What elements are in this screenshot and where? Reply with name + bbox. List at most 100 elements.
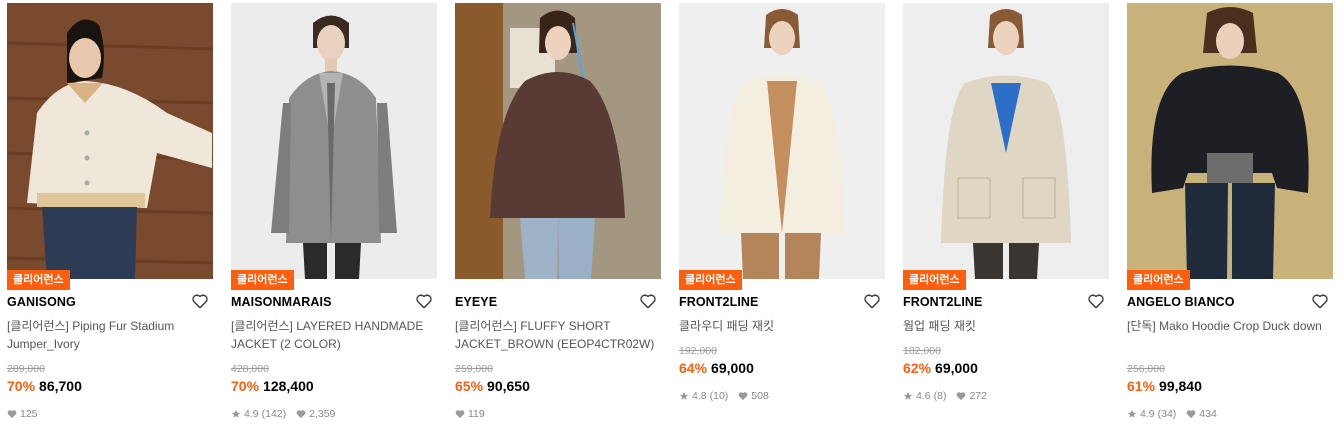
rating-score: 4.6 <box>916 390 931 402</box>
sale-price: 86,700 <box>39 378 82 394</box>
sale-price-row: 65% 90,650 <box>455 376 661 396</box>
sale-price: 90,650 <box>487 378 530 394</box>
wishlist-heart-icon[interactable] <box>639 292 657 310</box>
likes: 2,359 <box>296 407 335 421</box>
product-image[interactable] <box>903 3 1109 279</box>
heart-icon <box>296 410 306 419</box>
heart-icon <box>738 392 748 401</box>
sale-price: 69,000 <box>711 360 754 376</box>
rating-score: 4.9 <box>1140 408 1155 420</box>
product-photo-warmup-padding <box>903 3 1109 279</box>
sale-price: 69,000 <box>935 360 978 376</box>
wishlist-heart-icon[interactable] <box>1087 292 1105 310</box>
product-meta: 4.9 (34) 434 <box>1127 407 1223 421</box>
product-image[interactable] <box>231 3 437 279</box>
product-photo-cloudy-padding <box>679 3 885 279</box>
product-image[interactable] <box>1127 3 1333 279</box>
clearance-badge: 클리어런스 <box>1127 270 1190 290</box>
product-meta: 4.8 (10) 508 <box>679 389 775 403</box>
brand-name[interactable]: ANGELO BIANCO <box>1127 294 1235 310</box>
product-name[interactable]: [단독] Mako Hoodie Crop Duck down <box>1127 317 1333 335</box>
review-count: (142) <box>261 408 287 420</box>
likes: 119 <box>455 407 485 421</box>
product-image[interactable] <box>7 3 213 279</box>
heart-icon <box>7 410 17 419</box>
product-card[interactable]: 클리어런스 FRONT2LINE 웜업 패딩 재킷 182,000 62% 69,… <box>903 3 1109 435</box>
product-meta: 4.9 (142) 2,359 <box>231 407 341 421</box>
discount-rate: 65% <box>455 378 484 394</box>
product-name[interactable]: 클라우디 패딩 재킷 <box>679 317 885 335</box>
rating: 4.6 (8) <box>903 389 946 403</box>
product-name[interactable]: [클리어런스] LAYERED HANDMADE JACKET (2 COLOR… <box>231 317 437 353</box>
like-count: 125 <box>20 408 38 420</box>
brand-name[interactable]: GANISONG <box>7 294 76 310</box>
wishlist-heart-icon[interactable] <box>191 292 209 310</box>
product-name[interactable]: 웜업 패딩 재킷 <box>903 317 1109 335</box>
product-meta: 125 <box>7 407 44 421</box>
likes: 272 <box>956 389 987 403</box>
original-price: 289,000 <box>7 363 45 375</box>
sale-price: 99,840 <box>1159 378 1202 394</box>
product-image[interactable] <box>679 3 885 279</box>
wishlist-heart-icon[interactable] <box>1311 292 1329 310</box>
brand-name[interactable]: FRONT2LINE <box>903 294 982 310</box>
discount-rate: 61% <box>1127 378 1156 394</box>
heart-icon <box>455 410 465 419</box>
wishlist-heart-icon[interactable] <box>415 292 433 310</box>
product-meta: 4.6 (8) 272 <box>903 389 993 403</box>
rating-score: 4.8 <box>692 390 707 402</box>
product-card[interactable]: EYEYE [클리어런스] FLUFFY SHORT JACKET_BROWN … <box>455 3 661 435</box>
likes: 508 <box>738 389 769 403</box>
brand-name[interactable]: FRONT2LINE <box>679 294 758 310</box>
clearance-badge: 클리어런스 <box>679 270 742 290</box>
price-block: 289,000 70% 86,700 <box>7 362 213 396</box>
rating: 4.9 (142) <box>231 407 286 421</box>
likes: 125 <box>7 407 38 421</box>
product-name[interactable]: [클리어런스] Piping Fur Stadium Jumper_Ivory <box>7 317 213 353</box>
wishlist-heart-icon[interactable] <box>863 292 881 310</box>
product-card[interactable]: 클리어런스 ANGELO BIANCO [단독] Mako Hoodie Cro… <box>1127 3 1333 435</box>
review-count: (10) <box>709 390 729 402</box>
product-photo-layered-jacket <box>231 3 437 279</box>
like-count: 2,359 <box>309 408 336 420</box>
product-card[interactable]: 클리어런스 MAISONMARAIS [클리어런스] LAYERED HANDM… <box>231 3 437 435</box>
like-count: 119 <box>468 408 485 420</box>
star-icon <box>1127 409 1137 418</box>
brand-name[interactable]: MAISONMARAIS <box>231 294 332 310</box>
discount-rate: 62% <box>903 360 932 376</box>
discount-rate: 64% <box>679 360 708 376</box>
original-price: 428,000 <box>231 363 269 375</box>
product-name[interactable]: [클리어런스] FLUFFY SHORT JACKET_BROWN (EEOP4… <box>455 317 661 353</box>
like-count: 272 <box>969 390 987 402</box>
brand-name[interactable]: EYEYE <box>455 294 497 310</box>
product-photo-hoodie-crop-down <box>1127 3 1333 279</box>
product-card[interactable]: 클리어런스 GANISONG [클리어런스] Piping Fur Stadiu… <box>7 3 213 435</box>
original-price: 182,000 <box>903 345 941 357</box>
star-icon <box>231 409 241 418</box>
product-grid: 클리어런스 GANISONG [클리어런스] Piping Fur Stadiu… <box>0 0 1344 438</box>
rating: 4.8 (10) <box>679 389 728 403</box>
original-price: 192,000 <box>679 345 717 357</box>
sale-price-row: 62% 69,000 <box>903 358 1109 378</box>
original-price: 256,000 <box>1127 363 1165 375</box>
product-image[interactable] <box>455 3 661 279</box>
heart-icon <box>957 392 966 401</box>
price-block: 192,000 64% 69,000 <box>679 344 885 378</box>
rating-score: 4.9 <box>244 408 259 420</box>
sale-price-row: 70% 128,400 <box>231 376 437 396</box>
price-block: 259,000 65% 90,650 <box>455 362 661 396</box>
sale-price: 128,400 <box>263 378 314 394</box>
heart-icon <box>1186 410 1196 419</box>
like-count: 508 <box>751 390 769 402</box>
discount-rate: 70% <box>231 378 260 394</box>
product-meta: 119 <box>455 407 491 421</box>
product-photo-fluffy-jacket <box>455 3 661 279</box>
sale-price-row: 61% 99,840 <box>1127 376 1333 396</box>
clearance-badge: 클리어런스 <box>903 270 966 290</box>
star-icon <box>903 391 913 400</box>
like-count: 434 <box>1199 408 1217 420</box>
product-card[interactable]: 클리어런스 FRONT2LINE 클라우디 패딩 재킷 192,000 64% 6… <box>679 3 885 435</box>
price-block: 428,000 70% 128,400 <box>231 362 437 396</box>
price-block: 256,000 61% 99,840 <box>1127 362 1333 396</box>
review-count: (8) <box>933 390 947 402</box>
